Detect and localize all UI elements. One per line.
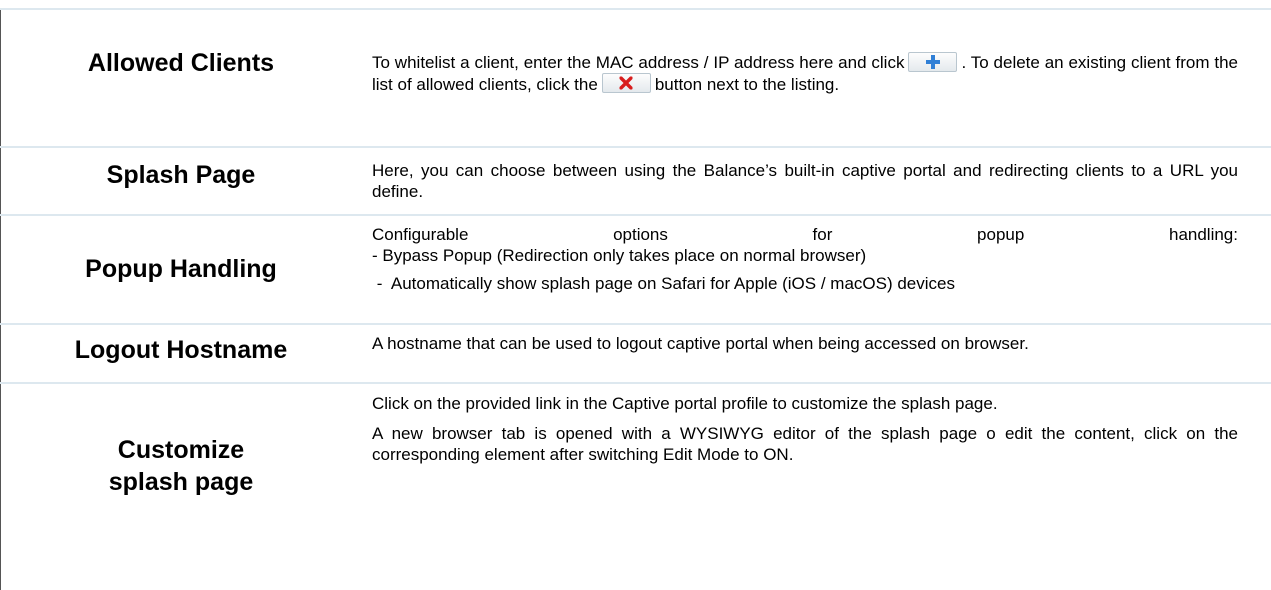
- customize-para-1: Click on the provided link in the Captiv…: [372, 394, 998, 413]
- red-x-icon: [619, 76, 633, 90]
- row-label: Popup Handling: [85, 255, 277, 283]
- add-client-button: [908, 51, 958, 72]
- row-divider: [0, 382, 1271, 384]
- left-border: [0, 9, 1, 590]
- row-divider: [0, 214, 1271, 216]
- row-label: Customize splash page: [0, 434, 362, 498]
- desc-text: To whitelist a client, enter the MAC add…: [372, 53, 905, 72]
- row-description: Here, you can choose between using the B…: [372, 161, 1238, 201]
- word: Configurable: [372, 225, 469, 244]
- word: options: [613, 225, 668, 244]
- popup-option-safari: - Automatically show splash page on Safa…: [372, 274, 955, 293]
- row-divider: [0, 146, 1271, 148]
- row-label: Logout Hostname: [74, 336, 288, 364]
- label-line: splash page: [108, 468, 254, 496]
- word: for: [812, 225, 833, 244]
- desc-text: button next to the listing.: [654, 74, 840, 94]
- row-label: Splash Page: [106, 161, 256, 189]
- help-table: Allowed Clients To whitelist a client, e…: [0, 0, 1271, 590]
- row-divider: [0, 323, 1271, 325]
- label-line: Customize: [117, 436, 245, 464]
- row-description: Click on the provided link in the Captiv…: [372, 393, 1238, 465]
- row-description: Configurable options for popup handling:…: [372, 224, 1238, 294]
- row-label: Allowed Clients: [87, 49, 275, 77]
- word: handling:: [1168, 225, 1238, 244]
- row-description: A hostname that can be used to logout ca…: [372, 334, 1029, 353]
- popup-intro-line: Configurable options for popup handling:: [372, 224, 1238, 245]
- row-divider: [0, 8, 1271, 10]
- row-description: To whitelist a client, enter the MAC add…: [372, 51, 1238, 95]
- word: popup: [977, 225, 1025, 244]
- plus-icon: [925, 54, 940, 69]
- customize-para-2: A new browser tab is opened with a WYSIW…: [372, 424, 1238, 464]
- popup-option-bypass: - Bypass Popup (Redirection only takes p…: [372, 246, 867, 265]
- delete-client-button: [601, 73, 651, 94]
